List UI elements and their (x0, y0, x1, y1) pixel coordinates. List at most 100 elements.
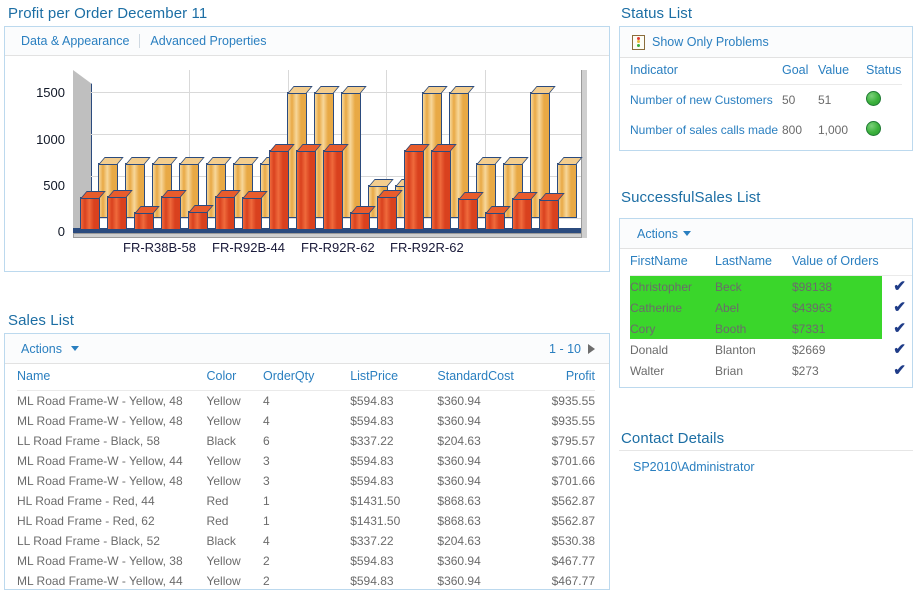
status-cell (866, 85, 902, 116)
column-profit[interactable]: Profit (551, 364, 595, 391)
table-row[interactable]: ML Road Frame-W - Yellow, 44 Yellow 3 $594.… (17, 451, 595, 471)
column-orderqty[interactable]: OrderQty (262, 364, 351, 391)
check-cell: ✔ (882, 339, 912, 360)
chart-bar-profit-2[interactable] (107, 190, 134, 230)
chevron-down-icon[interactable] (683, 231, 691, 236)
listprice-cell: $594.83 (350, 394, 394, 408)
chart-toolbar: Data & Appearance Advanced Properties (5, 27, 609, 56)
check-cell: ✔ (882, 297, 912, 318)
column-lastname[interactable]: LastName (715, 249, 792, 276)
chart-bar-profit-1[interactable] (80, 191, 107, 230)
chart-bar-profit-8[interactable] (269, 143, 296, 230)
tab-data-and-appearance[interactable]: Data & Appearance (21, 34, 129, 48)
column-standardcost[interactable]: StandardCost (437, 364, 552, 391)
show-only-problems-link[interactable]: Show Only Problems (652, 35, 769, 49)
listprice-cell: $594.83 (350, 454, 394, 468)
table-row[interactable]: LL Road Frame - Black, 52 Black 4 $337.22 $2… (17, 531, 595, 551)
chart-bar-profit-12[interactable] (377, 190, 404, 230)
color-cell: Black (206, 534, 236, 548)
table-row[interactable]: Donald Blanton $2669 ✔ (630, 339, 912, 360)
chart-bar-profit-4[interactable] (161, 190, 188, 230)
table-row[interactable]: HL Road Frame - Red, 62 Red 1 $1431.50 $868.… (17, 511, 595, 531)
check-cell: ✔ (882, 275, 912, 297)
chart-bar-profit-16[interactable] (485, 206, 512, 230)
status-list-table-wrap: Indicator Goal Value Status Number of ne… (620, 58, 912, 145)
next-page-icon[interactable] (588, 343, 595, 354)
indicator-link[interactable]: Number of new Customers (630, 93, 773, 107)
table-row[interactable]: ML Road Frame-W - Yellow, 38 Yellow 2 $594.… (17, 551, 595, 571)
orderqty-cell: 2 (262, 574, 270, 588)
column-listprice[interactable]: ListPrice (350, 364, 438, 391)
check-cell: ✔ (882, 318, 912, 339)
chart-bar-profit-13[interactable] (404, 143, 431, 230)
orderqty-cell: 1 (262, 494, 270, 508)
y-axis-tick-label: 1000 (36, 131, 65, 147)
chart-webpart: Data & Appearance Advanced Properties 0 5… (4, 26, 610, 272)
table-row[interactable]: ML Road Frame-W - Yellow, 48 Yellow 4 $594.… (17, 391, 595, 412)
column-goal[interactable]: Goal (782, 58, 818, 85)
firstname-cell: Cory (630, 318, 715, 339)
name-cell: LL Road Frame - Black, 58 (17, 434, 160, 448)
table-row[interactable]: HL Road Frame - Red, 44 Red 1 $1431.50 $868.… (17, 491, 595, 511)
column-status[interactable]: Status (866, 58, 902, 85)
column-name[interactable]: Name (17, 364, 207, 391)
listprice-cell: $337.22 (350, 434, 394, 448)
column-firstname[interactable]: FirstName (630, 249, 715, 276)
sales-list-title-wrap: Sales List (8, 312, 74, 330)
standardcost-cell: $360.94 (437, 414, 481, 428)
column-color[interactable]: Color (206, 364, 263, 391)
table-row[interactable]: ML Road Frame-W - Yellow, 48 Yellow 4 $594.… (17, 411, 595, 431)
color-cell: Yellow (206, 414, 241, 428)
profit-per-order-chart[interactable]: 0 500 1000 1500 FR-R38B-58 FR-R92B-44 FR-R92R-… (5, 56, 609, 270)
orderqty-cell: 2 (262, 554, 270, 568)
column-indicator[interactable]: Indicator (630, 58, 782, 85)
sales-list-table-wrap: Name Color OrderQty ListPrice StandardCo… (5, 364, 609, 591)
kpi-traffic-light-icon (632, 34, 645, 50)
chart-bar-listprice-18[interactable] (557, 156, 584, 218)
actions-menu-button[interactable]: Actions (637, 227, 678, 241)
chart-bar-profit-9[interactable] (296, 143, 323, 230)
contact-user-link[interactable]: SP2010\Administrator (633, 460, 755, 474)
table-row[interactable]: Catherine Abel $43963 ✔ (630, 297, 912, 318)
chevron-down-icon[interactable] (71, 345, 80, 351)
successful-sales-webpart: Actions FirstName LastName Value of Orde… (619, 218, 913, 388)
listprice-cell: $337.22 (350, 534, 394, 548)
chart-bar-listprice-10[interactable] (341, 86, 368, 218)
chart-bar-profit-5[interactable] (188, 205, 215, 230)
orderqty-cell: 4 (262, 414, 270, 428)
profit-cell: $467.77 (551, 554, 595, 568)
chart-bar-profit-17[interactable] (512, 192, 539, 230)
table-row[interactable]: ML Road Frame-W - Yellow, 48 Yellow 3 $594.… (17, 471, 595, 491)
firstname-cell: Donald (630, 342, 669, 357)
column-value-of-orders[interactable]: Value of Orders (792, 249, 882, 276)
table-row[interactable]: Christopher Beck $98138 ✔ (630, 275, 912, 297)
actions-menu-button[interactable]: Actions (21, 342, 62, 356)
checkmark-icon: ✔ (893, 362, 906, 379)
status-list-title: Status List (621, 5, 693, 22)
table-row[interactable]: ML Road Frame-W - Yellow, 44 Yellow 2 $594.… (17, 571, 595, 591)
chart-bar-profit-15[interactable] (458, 192, 485, 230)
profit-cell: $530.38 (551, 534, 595, 548)
table-row[interactable]: Walter Brian $273 ✔ (630, 360, 912, 381)
column-value[interactable]: Value (818, 58, 866, 85)
status-badge-green-icon (866, 121, 881, 136)
table-row[interactable]: Cory Booth $7331 ✔ (630, 318, 912, 339)
chart-bar-profit-6[interactable] (215, 190, 242, 230)
lastname-cell: Brian (715, 363, 744, 378)
indicator-link[interactable]: Number of sales calls made (630, 123, 778, 137)
table-row[interactable]: LL Road Frame - Black, 58 Black 6 $337.22 $2… (17, 431, 595, 451)
chart-bar-profit-10[interactable] (323, 143, 350, 230)
chart-bar-profit-7[interactable] (242, 191, 269, 230)
profit-cell: $935.55 (551, 394, 595, 408)
chart-bar-profit-3[interactable] (134, 205, 161, 230)
standardcost-cell: $360.94 (437, 574, 481, 588)
sales-list-webpart: Actions 1 - 10 Name Color OrderQty ListP… (4, 333, 610, 590)
chart-bar-profit-18[interactable] (539, 192, 566, 230)
chart-gridline (91, 134, 583, 136)
chart-bar-profit-11[interactable] (350, 205, 377, 230)
chart-bar-profit-14[interactable] (431, 143, 458, 230)
listprice-cell: $1431.50 (350, 514, 401, 528)
successful-sales-table-wrap: FirstName LastName Value of Orders Chris… (620, 249, 912, 381)
tab-advanced-properties[interactable]: Advanced Properties (150, 34, 266, 48)
status-list-toolbar: Show Only Problems (620, 27, 912, 58)
